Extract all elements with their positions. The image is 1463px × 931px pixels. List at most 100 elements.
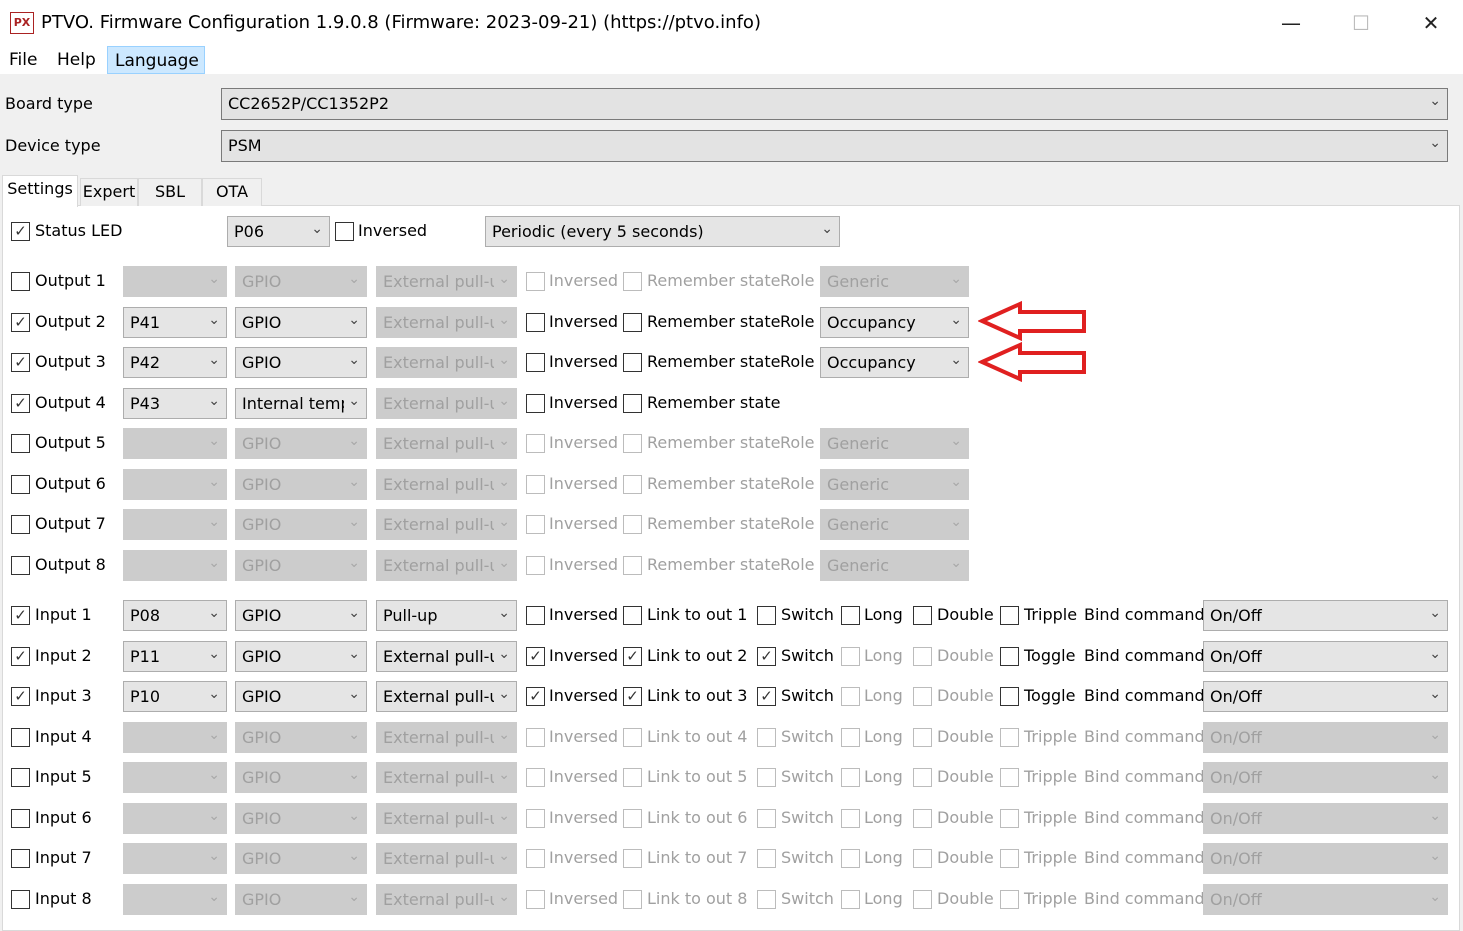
output-3-pull-select[interactable]: External pull-up⌄: [376, 347, 517, 378]
output-3-role-select[interactable]: Occupancy ⌄: [820, 347, 969, 378]
input-6-long-checkbox[interactable]: [841, 808, 860, 828]
output-6-checkbox[interactable]: [11, 474, 30, 494]
output-2-type-select[interactable]: GPIO ⌄: [235, 306, 367, 338]
input-1-link-checkbox[interactable]: [623, 606, 642, 625]
input-7-type-select[interactable]: GPIO ⌄: [235, 843, 367, 874]
menu-help[interactable]: Help: [50, 46, 103, 74]
input-1-switch-checkbox[interactable]: [757, 606, 776, 625]
device-type-select[interactable]: PSM ⌄: [221, 130, 1448, 162]
output-3-inversed-checkbox[interactable]: [526, 353, 545, 372]
input-2-checkbox[interactable]: ✓: [11, 646, 30, 666]
input-6-type-select[interactable]: GPIO ⌄: [235, 802, 367, 834]
input-6-link-checkbox[interactable]: [623, 808, 642, 828]
menu-language[interactable]: Language: [107, 46, 205, 74]
input-5-inversed-checkbox[interactable]: [526, 768, 545, 787]
tab-expert[interactable]: Expert: [80, 178, 138, 206]
status-led-inversed-checkbox[interactable]: [335, 222, 354, 241]
input-8-link-checkbox[interactable]: [623, 889, 642, 909]
output-1-role-select[interactable]: Generic ⌄: [820, 266, 969, 297]
output-1-remember-checkbox[interactable]: [623, 272, 642, 291]
input-5-pin-select[interactable]: ⌄: [123, 762, 227, 793]
output-8-role-select[interactable]: Generic ⌄: [820, 549, 969, 581]
input-4-multi-checkbox[interactable]: [1000, 727, 1019, 747]
output-5-pull-select[interactable]: External pull-up⌄: [376, 428, 517, 459]
input-7-link-checkbox[interactable]: [623, 849, 642, 868]
input-2-pin-select[interactable]: P11 ⌄: [123, 640, 227, 672]
output-5-pin-select[interactable]: ⌄: [123, 428, 227, 459]
input-3-pull-select[interactable]: External pull-up⌄: [376, 681, 517, 712]
input-7-checkbox[interactable]: [11, 849, 30, 868]
input-4-bind-select[interactable]: On/Off ⌄: [1203, 721, 1448, 753]
input-2-multi-checkbox[interactable]: [1000, 646, 1019, 666]
input-5-pull-select[interactable]: External pull-up⌄: [376, 762, 517, 793]
output-8-inversed-checkbox[interactable]: [526, 555, 545, 575]
input-8-bind-select[interactable]: On/Off ⌄: [1203, 883, 1448, 915]
maximize-button[interactable]: ☐: [1325, 0, 1397, 46]
menu-file[interactable]: File: [2, 46, 44, 74]
input-8-pull-select[interactable]: External pull-up⌄: [376, 883, 517, 915]
output-6-inversed-checkbox[interactable]: [526, 474, 545, 494]
close-button[interactable]: ✕: [1395, 0, 1463, 46]
tab-settings[interactable]: Settings: [2, 175, 78, 207]
output-6-type-select[interactable]: GPIO ⌄: [235, 468, 367, 500]
input-8-switch-checkbox[interactable]: [757, 889, 776, 909]
output-7-pull-select[interactable]: External pull-up⌄: [376, 509, 517, 540]
input-7-multi-checkbox[interactable]: [1000, 849, 1019, 868]
output-8-pin-select[interactable]: ⌄: [123, 549, 227, 581]
input-4-switch-checkbox[interactable]: [757, 727, 776, 747]
input-2-double-checkbox[interactable]: [913, 646, 932, 666]
board-type-select[interactable]: CC2652P/CC1352P2 ⌄: [221, 88, 1448, 120]
input-1-bind-select[interactable]: On/Off ⌄: [1203, 600, 1448, 631]
output-6-pin-select[interactable]: ⌄: [123, 468, 227, 500]
input-8-multi-checkbox[interactable]: [1000, 889, 1019, 909]
input-6-checkbox[interactable]: [11, 808, 30, 828]
output-5-role-select[interactable]: Generic ⌄: [820, 428, 969, 459]
input-7-bind-select[interactable]: On/Off ⌄: [1203, 843, 1448, 874]
input-3-long-checkbox[interactable]: [841, 687, 860, 706]
output-1-inversed-checkbox[interactable]: [526, 272, 545, 291]
input-1-inversed-checkbox[interactable]: [526, 606, 545, 625]
output-3-pin-select[interactable]: P42 ⌄: [123, 347, 227, 378]
input-6-double-checkbox[interactable]: [913, 808, 932, 828]
input-1-type-select[interactable]: GPIO ⌄: [235, 600, 367, 631]
input-6-pin-select[interactable]: ⌄: [123, 802, 227, 834]
input-5-link-checkbox[interactable]: [623, 768, 642, 787]
input-7-pin-select[interactable]: ⌄: [123, 843, 227, 874]
output-1-pull-select[interactable]: External pull-up⌄: [376, 266, 517, 297]
output-5-type-select[interactable]: GPIO ⌄: [235, 428, 367, 459]
output-7-type-select[interactable]: GPIO ⌄: [235, 509, 367, 540]
input-5-long-checkbox[interactable]: [841, 768, 860, 787]
output-4-checkbox[interactable]: ✓: [11, 393, 30, 413]
input-2-pull-select[interactable]: External pull-up⌄: [376, 640, 517, 672]
input-2-long-checkbox[interactable]: [841, 646, 860, 666]
input-7-pull-select[interactable]: External pull-up⌄: [376, 843, 517, 874]
tab-ota[interactable]: OTA: [202, 178, 262, 206]
output-3-checkbox[interactable]: ✓: [11, 353, 30, 372]
output-1-type-select[interactable]: GPIO ⌄: [235, 266, 367, 297]
output-8-pull-select[interactable]: External pull-up⌄: [376, 549, 517, 581]
output-6-pull-select[interactable]: External pull-up⌄: [376, 468, 517, 500]
input-7-inversed-checkbox[interactable]: [526, 849, 545, 868]
input-2-inversed-checkbox[interactable]: ✓: [526, 646, 545, 666]
input-3-inversed-checkbox[interactable]: ✓: [526, 687, 545, 706]
input-4-type-select[interactable]: GPIO ⌄: [235, 721, 367, 753]
input-5-multi-checkbox[interactable]: [1000, 768, 1019, 787]
input-5-switch-checkbox[interactable]: [757, 768, 776, 787]
output-5-remember-checkbox[interactable]: [623, 434, 642, 453]
input-1-checkbox[interactable]: ✓: [11, 606, 30, 625]
output-2-pin-select[interactable]: P41 ⌄: [123, 306, 227, 338]
input-6-multi-checkbox[interactable]: [1000, 808, 1019, 828]
input-4-pin-select[interactable]: ⌄: [123, 721, 227, 753]
output-7-inversed-checkbox[interactable]: [526, 515, 545, 534]
input-5-checkbox[interactable]: [11, 768, 30, 787]
output-7-remember-checkbox[interactable]: [623, 515, 642, 534]
input-5-double-checkbox[interactable]: [913, 768, 932, 787]
input-3-bind-select[interactable]: On/Off ⌄: [1203, 681, 1448, 712]
input-2-link-checkbox[interactable]: ✓: [623, 646, 642, 666]
input-3-type-select[interactable]: GPIO ⌄: [235, 681, 367, 712]
output-5-checkbox[interactable]: [11, 434, 30, 453]
input-8-checkbox[interactable]: [11, 889, 30, 909]
input-3-multi-checkbox[interactable]: [1000, 687, 1019, 706]
output-7-pin-select[interactable]: ⌄: [123, 509, 227, 540]
input-1-double-checkbox[interactable]: [913, 606, 932, 625]
